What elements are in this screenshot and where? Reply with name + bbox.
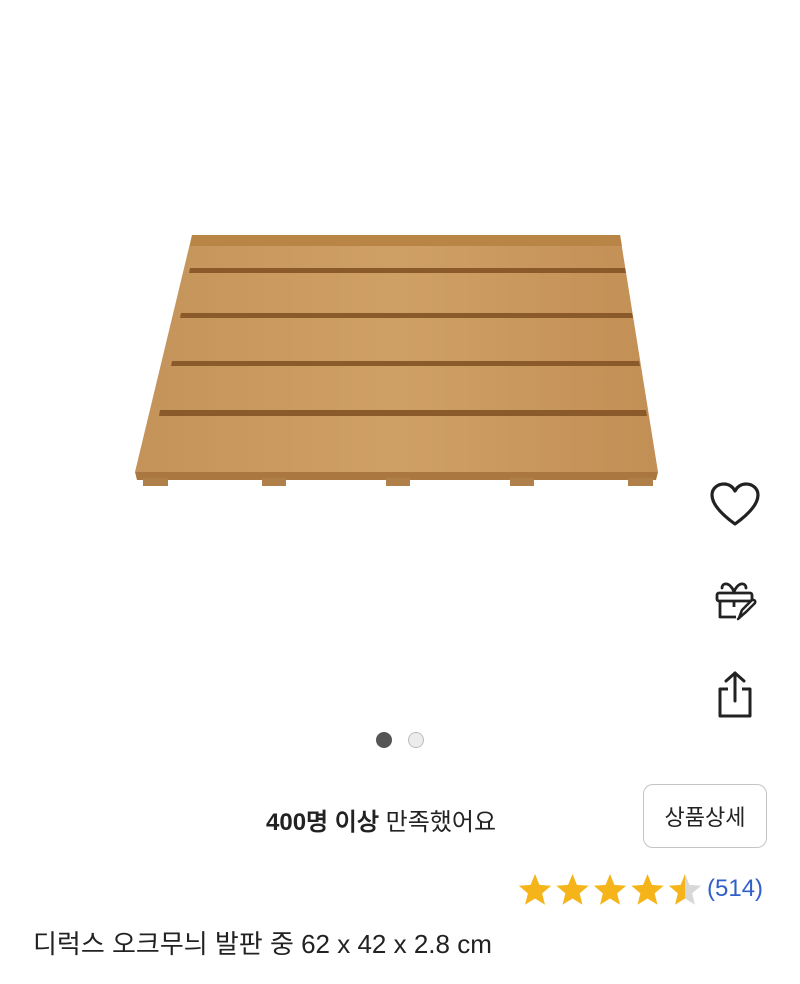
wishlist-button[interactable] (700, 470, 770, 540)
star-icon (593, 874, 627, 905)
carousel-dot-2[interactable] (408, 732, 424, 748)
star-icon (631, 874, 664, 905)
side-action-bar (700, 470, 770, 730)
satisfaction-text: 400명 이상 만족했어요 (266, 802, 496, 837)
heart-icon (710, 482, 760, 526)
star-icon (518, 874, 552, 905)
carousel-pagination (0, 732, 800, 750)
satisfaction-suffix: 만족했어요 (378, 809, 497, 836)
product-image-carousel[interactable] (0, 0, 800, 720)
rating-summary[interactable]: (514) (517, 870, 787, 910)
product-detail-button[interactable]: 상품상세 (643, 784, 767, 848)
product-image (135, 235, 658, 486)
review-count-link[interactable]: (514) (707, 875, 763, 903)
star-rating (518, 874, 702, 905)
gift-icon (715, 582, 757, 621)
product-title: 디럭스 오크무늬 발판 중 62 x 42 x 2.8 cm (33, 929, 492, 959)
share-icon (718, 671, 752, 718)
star-icon (556, 874, 589, 905)
carousel-dot-1[interactable] (376, 732, 392, 748)
star-icon (668, 874, 702, 905)
share-button[interactable] (700, 660, 770, 730)
gift-button[interactable] (700, 565, 770, 635)
satisfaction-count: 400명 이상 (266, 809, 379, 836)
